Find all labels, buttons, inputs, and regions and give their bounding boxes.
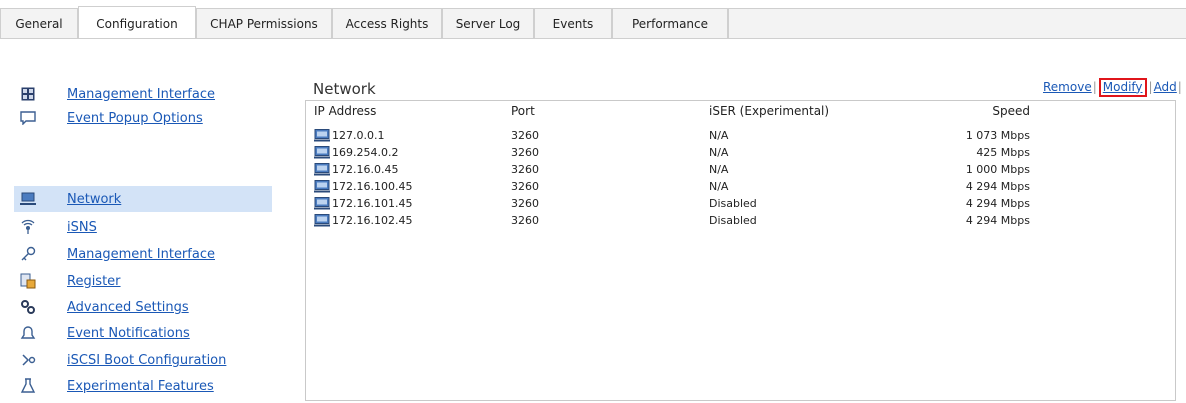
ip-cell: 172.16.0.45 [314, 163, 398, 176]
sidebar-item-management-interface[interactable]: Management Interface [18, 243, 215, 265]
table-actions: Remove | Modify | Add | [1043, 77, 1183, 97]
speed-cell: 425 Mbps [976, 146, 1030, 159]
tab-server-log[interactable]: Server Log [442, 8, 534, 38]
popup-icon [20, 110, 36, 126]
speed-cell: 4 294 Mbps [965, 180, 1030, 193]
sidebar-item-advanced-settings[interactable]: Advanced Settings [18, 296, 189, 318]
sidebar-item-experimental-features[interactable]: Experimental Features [18, 375, 214, 397]
management-grid-icon [20, 86, 36, 102]
ip-cell: 127.0.0.1 [314, 129, 384, 142]
port-cell: 3260 [511, 214, 539, 227]
tab-bar-filler [728, 8, 1186, 38]
ip-cell: 172.16.100.45 [314, 180, 412, 193]
column-header-iser[interactable]: iSER (Experimental) [709, 104, 829, 118]
ip-address: 172.16.100.45 [332, 180, 413, 193]
bell-icon [20, 325, 36, 341]
iser-cell: N/A [709, 180, 729, 193]
sidebar-top-item-label[interactable]: Management Interface [67, 87, 215, 102]
port-cell: 3260 [511, 129, 539, 142]
ip-address: 169.254.0.2 [332, 146, 399, 159]
table-row[interactable]: 172.16.101.45 3260 Disabled 4 294 Mbps [306, 195, 1175, 213]
gears-icon [20, 299, 36, 315]
port-cell: 3260 [511, 163, 539, 176]
port-cell: 3260 [511, 146, 539, 159]
tab-bar: General Configuration CHAP Permissions A… [0, 0, 1186, 40]
sidebar-item-label[interactable]: Advanced Settings [67, 300, 189, 315]
iser-cell: N/A [709, 146, 729, 159]
tab-general[interactable]: General [0, 8, 78, 38]
network-icon [20, 191, 36, 207]
iser-cell: N/A [709, 129, 729, 142]
network-adapter-icon [314, 214, 330, 227]
column-header-speed[interactable]: Speed [992, 104, 1030, 118]
tab-bar-divider [0, 38, 1186, 39]
port-cell: 3260 [511, 197, 539, 210]
network-table: IP Address Port iSER (Experimental) Spee… [305, 100, 1176, 401]
tab-events[interactable]: Events [534, 8, 612, 38]
iser-cell: Disabled [709, 197, 757, 210]
column-header-ip[interactable]: IP Address [314, 104, 376, 118]
add-link[interactable]: Add [1154, 80, 1177, 94]
sidebar-item-iscsi-boot-configuration[interactable]: iSCSI Boot Configuration [18, 349, 226, 371]
table-row[interactable]: 172.16.0.45 3260 N/A 1 000 Mbps [306, 161, 1175, 179]
sidebar-item-label[interactable]: Experimental Features [67, 379, 214, 394]
table-row[interactable]: 169.254.0.2 3260 N/A 425 Mbps [306, 144, 1175, 162]
sidebar-top-item-event-popup-options[interactable]: Event Popup Options [18, 107, 203, 129]
ip-cell: 172.16.102.45 [314, 214, 412, 227]
network-adapter-icon [314, 180, 330, 193]
action-separator: | [1177, 80, 1182, 94]
ip-address: 127.0.0.1 [332, 129, 385, 142]
tab-chap-permissions[interactable]: CHAP Permissions [196, 8, 332, 38]
sidebar-item-network[interactable]: Network [14, 186, 272, 212]
sidebar-item-event-notifications[interactable]: Event Notifications [18, 322, 190, 344]
action-separator: | [1092, 80, 1097, 94]
register-icon [20, 273, 36, 289]
table-row[interactable]: 127.0.0.1 3260 N/A 1 073 Mbps [306, 127, 1175, 145]
tab-performance[interactable]: Performance [612, 8, 728, 38]
iser-cell: Disabled [709, 214, 757, 227]
flask-icon [20, 378, 36, 394]
network-adapter-icon [314, 197, 330, 210]
tab-configuration[interactable]: Configuration [78, 6, 196, 39]
iser-cell: N/A [709, 163, 729, 176]
table-row[interactable]: 172.16.100.45 3260 N/A 4 294 Mbps [306, 178, 1175, 196]
remove-link[interactable]: Remove [1043, 80, 1092, 94]
isns-icon [20, 219, 36, 235]
sidebar-item-label[interactable]: Event Notifications [67, 326, 190, 341]
ip-cell: 172.16.101.45 [314, 197, 412, 210]
speed-cell: 1 000 Mbps [965, 163, 1030, 176]
sidebar-item-label[interactable]: iSCSI Boot Configuration [67, 353, 226, 368]
speed-cell: 1 073 Mbps [965, 129, 1030, 142]
sidebar-item-register[interactable]: Register [18, 270, 121, 292]
table-header: IP Address Port iSER (Experimental) Spee… [306, 101, 1175, 123]
network-adapter-icon [314, 163, 330, 176]
speed-cell: 4 294 Mbps [965, 197, 1030, 210]
modify-link[interactable]: Modify [1098, 77, 1147, 97]
boot-icon [20, 352, 36, 368]
column-header-port[interactable]: Port [511, 104, 535, 118]
ip-address: 172.16.102.45 [332, 214, 413, 227]
ip-cell: 169.254.0.2 [314, 146, 398, 159]
table-row[interactable]: 172.16.102.45 3260 Disabled 4 294 Mbps [306, 212, 1175, 230]
speed-cell: 4 294 Mbps [965, 214, 1030, 227]
sidebar-item-label[interactable]: Management Interface [67, 247, 215, 262]
action-separator: | [1148, 80, 1153, 94]
ip-address: 172.16.0.45 [332, 163, 399, 176]
sidebar-item-label[interactable]: Network [67, 192, 121, 207]
section-title: Network [313, 80, 376, 98]
network-adapter-icon [314, 129, 330, 142]
sidebar-top-item-management-interface[interactable]: Management Interface [18, 83, 215, 105]
network-adapter-icon [314, 146, 330, 159]
ip-address: 172.16.101.45 [332, 197, 413, 210]
sidebar-item-isns[interactable]: iSNS [18, 216, 97, 238]
key-icon [20, 246, 36, 262]
port-cell: 3260 [511, 180, 539, 193]
tab-access-rights[interactable]: Access Rights [332, 8, 442, 38]
sidebar-top-item-label[interactable]: Event Popup Options [67, 111, 203, 126]
sidebar-item-label[interactable]: Register [67, 274, 121, 289]
sidebar-item-label[interactable]: iSNS [67, 220, 97, 235]
